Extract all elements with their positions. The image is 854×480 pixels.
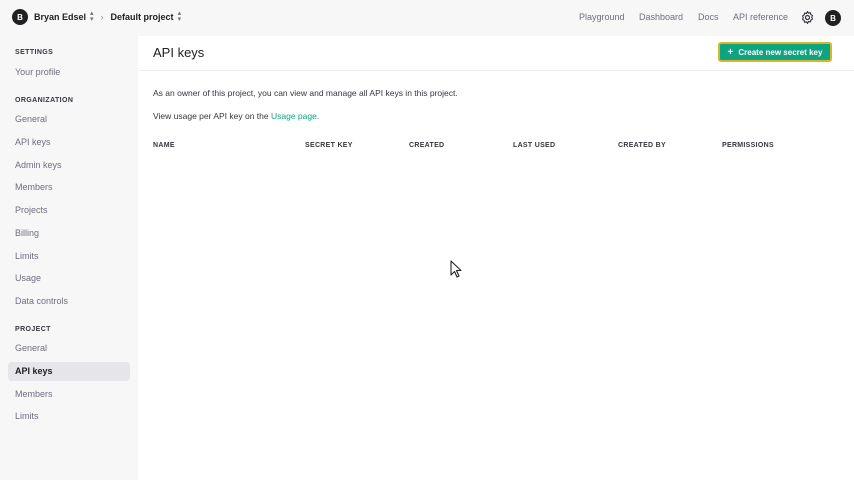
create-secret-key-button[interactable]: + Create new secret key [718,42,832,62]
sidebar-item-org-general[interactable]: General [8,110,130,129]
sidebar-item-billing[interactable]: Billing [8,224,130,243]
page-description: As an owner of this project, you can vie… [153,88,458,98]
nav-docs[interactable]: Docs [698,12,719,22]
column-header-created: CREATED [409,142,445,149]
settings-gear-icon[interactable] [800,10,815,25]
usage-note-suffix: . [316,111,320,121]
sidebar-item-org-members[interactable]: Members [8,178,130,197]
sidebar-item-project-general[interactable]: General [8,339,130,358]
column-header-secret-key: SECRET KEY [305,142,353,149]
sidebar-item-usage[interactable]: Usage [8,269,130,288]
sidebar-item-org-limits[interactable]: Limits [8,247,130,266]
sidebar-heading-project: PROJECT [15,326,51,333]
org-name[interactable]: Bryan Edsel [34,12,86,22]
usage-page-link[interactable]: Usage page [271,111,317,121]
usage-note: View usage per API key on the Usage page… [153,111,319,121]
plus-icon: + [727,46,734,58]
sidebar-item-project-api-keys[interactable]: API keys [8,362,130,381]
nav-api-reference[interactable]: API reference [733,12,788,22]
sidebar-item-your-profile[interactable]: Your profile [8,63,130,82]
page-title: API keys [153,45,205,60]
project-chevron-updown-icon[interactable]: ▴ ▾ [178,10,182,23]
sidebar-item-project-limits[interactable]: Limits [8,407,130,426]
column-header-last-used: LAST USED [513,142,556,149]
mouse-pointer-icon [450,260,462,278]
main-panel: API keys + Create new secret key As an o… [138,36,854,480]
column-header-permissions: PERMISSIONS [722,142,774,149]
column-header-name: NAME [153,142,175,149]
nav-playground[interactable]: Playground [579,12,625,22]
user-avatar[interactable]: B [825,10,841,26]
sidebar-item-data-controls[interactable]: Data controls [8,292,130,311]
sidebar-item-project-members[interactable]: Members [8,385,130,404]
column-header-created-by: CREATED BY [618,142,666,149]
sidebar-heading-organization: ORGANIZATION [15,97,74,104]
sidebar-item-projects[interactable]: Projects [8,201,130,220]
org-chevron-updown-icon[interactable]: ▴ ▾ [90,10,94,23]
sidebar-item-admin-keys[interactable]: Admin keys [8,156,130,175]
org-avatar: B [12,9,28,25]
create-secret-key-label: Create new secret key [738,47,823,57]
page-header: API keys + Create new secret key [138,36,854,71]
sidebar: SETTINGS Your profile ORGANIZATION Gener… [0,36,138,480]
usage-note-prefix: View usage per API key on the [153,111,271,121]
project-name[interactable]: Default project [111,12,174,22]
sidebar-item-org-api-keys[interactable]: API keys [8,133,130,152]
top-bar: B Bryan Edsel ▴ ▾ › Default project ▴ ▾ Pl… [0,0,854,36]
nav-dashboard[interactable]: Dashboard [639,12,683,22]
sidebar-heading-settings: SETTINGS [15,49,54,56]
org-switcher[interactable]: B Bryan Edsel ▴ ▾ › Default project ▴ ▾ [12,9,181,25]
breadcrumb-separator-icon: › [100,12,104,22]
